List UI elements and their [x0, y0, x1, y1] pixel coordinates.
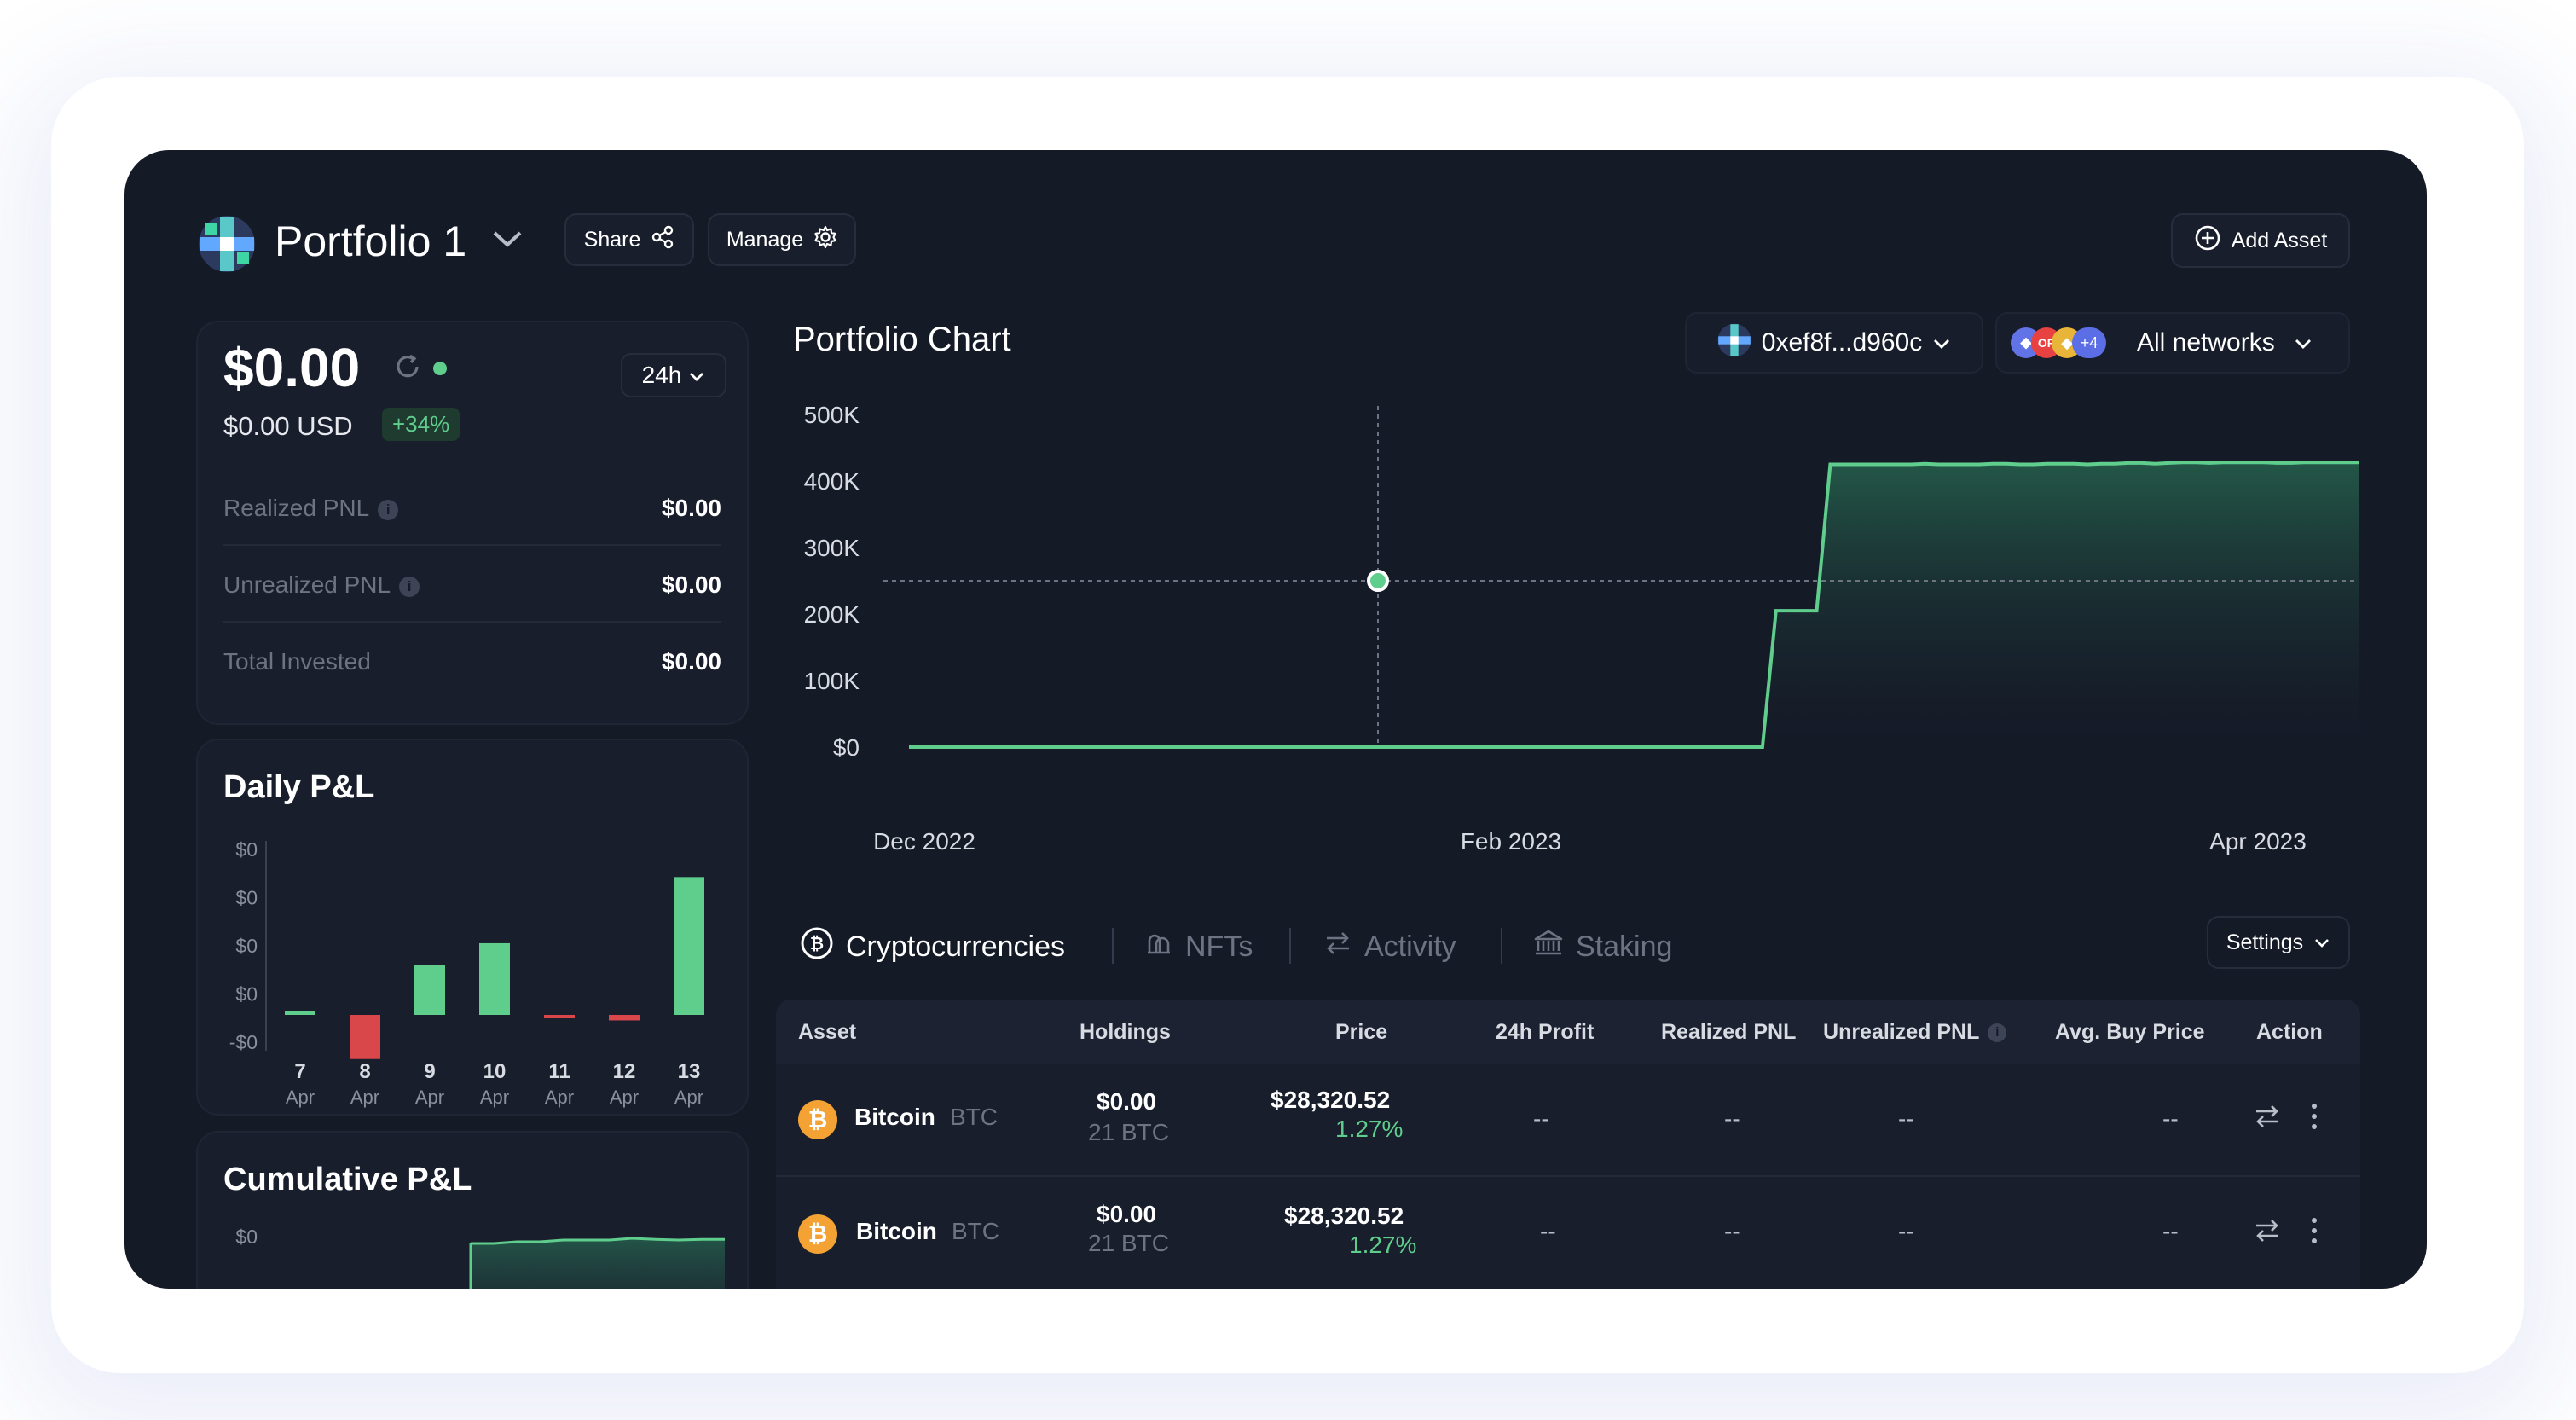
tab-activity[interactable]: Activity [1323, 921, 1456, 972]
x-tick-sublabel: Apr [480, 1087, 509, 1108]
column-header: Action [2256, 1020, 2323, 1044]
settings-label: Settings [2226, 930, 2304, 954]
y-tick-label: 500K [804, 402, 860, 428]
y-tick-label: $0 [833, 734, 860, 761]
tab-nfts[interactable]: NFTs [1144, 921, 1253, 972]
tab-staking[interactable]: Staking [1533, 921, 1672, 972]
asset-symbol: BTC [952, 1218, 999, 1244]
tab-divider [1501, 928, 1502, 964]
tab-cryptocurrencies[interactable]: ₿ Cryptocurrencies [800, 921, 1065, 972]
y-tick-label: $0 [235, 983, 258, 1006]
tab-label: NFTs [1185, 930, 1253, 963]
table-row[interactable] [776, 1064, 2360, 1177]
bar [544, 1015, 575, 1018]
hover-point [1367, 570, 1389, 592]
table-row[interactable] [776, 1179, 2360, 1289]
x-tick-label: 10 [483, 1060, 507, 1083]
asset-name: Bitcoin [854, 1104, 935, 1130]
x-tick-label: 13 [678, 1060, 701, 1083]
bitcoin-icon: ₿ [798, 1100, 837, 1139]
x-tick-sublabel: Apr [350, 1087, 379, 1108]
x-tick-sublabel: Apr [286, 1087, 315, 1108]
bar [350, 1015, 380, 1059]
x-tick-label: Dec 2022 [873, 828, 975, 855]
y-tick-label: $0 [235, 1226, 258, 1248]
bitcoin-circle-icon: ₿ [800, 926, 834, 968]
cumulative-pnl-chart: $0 [235, 1226, 725, 1289]
unrealized-pnl: -- [1898, 1218, 1914, 1244]
x-tick-label: Feb 2023 [1461, 828, 1561, 855]
avg-buy-price: -- [2162, 1218, 2179, 1244]
holdings-amount: 21 BTC [1088, 1119, 1169, 1145]
holdings-amount: 21 BTC [1088, 1230, 1169, 1256]
nft-icon [1144, 929, 1173, 965]
y-tick-label: $0 [235, 887, 258, 909]
column-header: Unrealized PNL i [1823, 1020, 2007, 1045]
avg-buy-price: -- [2162, 1105, 2179, 1132]
holdings-value: $0.00 [1097, 1201, 1157, 1227]
y-tick-label: 200K [804, 601, 860, 628]
tab-label: Cryptocurrencies [846, 930, 1065, 963]
y-tick-label: -$0 [229, 1031, 258, 1053]
y-tick-label: $0 [235, 935, 258, 957]
bar [285, 1011, 315, 1015]
x-tick-label: Apr 2023 [2209, 828, 2307, 855]
y-tick-label: 400K [804, 468, 860, 495]
more-options-icon[interactable] [2309, 1102, 2319, 1135]
x-tick-sublabel: Apr [610, 1087, 639, 1108]
y-tick-label: 100K [804, 668, 860, 694]
tab-label: Activity [1364, 930, 1456, 963]
asset-name: Bitcoin [856, 1218, 937, 1244]
column-header: Holdings [1080, 1020, 1171, 1044]
asset-symbol: BTC [950, 1104, 998, 1130]
x-tick-label: 8 [359, 1060, 370, 1083]
x-tick-label: 12 [613, 1060, 636, 1083]
x-tick-label: 7 [294, 1060, 305, 1083]
profit-24h: -- [1533, 1105, 1549, 1132]
price-change: 1.27% [1335, 1116, 1404, 1142]
swap-icon[interactable] [2253, 1102, 2282, 1135]
price-change: 1.27% [1349, 1232, 1417, 1258]
x-tick-label: 11 [548, 1060, 570, 1083]
info-icon[interactable]: i [1988, 1023, 2007, 1043]
realized-pnl: -- [1724, 1218, 1740, 1244]
portfolio-area [909, 462, 2359, 747]
bar [414, 965, 445, 1015]
bar [674, 877, 704, 1015]
tab-divider [1289, 928, 1291, 964]
more-options-icon[interactable] [2309, 1216, 2319, 1249]
x-tick-sublabel: Apr [674, 1087, 703, 1108]
x-tick-sublabel: Apr [545, 1087, 574, 1108]
realized-pnl: -- [1724, 1105, 1740, 1132]
arrows-swap-icon [1323, 929, 1352, 965]
profit-24h: -- [1540, 1218, 1556, 1244]
price: $28,320.52 [1271, 1087, 1391, 1113]
bar [609, 1015, 640, 1021]
cumulative-pnl-panel: Cumulative P&L $0 [196, 1131, 749, 1289]
chevron-down-icon [2313, 930, 2330, 955]
app-window: Portfolio 1 Share Manage Add Asset $0.00… [124, 150, 2427, 1289]
x-tick-sublabel: Apr [415, 1087, 444, 1108]
cumulative-area [471, 1238, 725, 1289]
settings-dropdown[interactable]: Settings [2207, 916, 2350, 969]
column-header: Price [1335, 1020, 1388, 1044]
y-tick-label: 300K [804, 535, 860, 561]
column-header: Avg. Buy Price [2055, 1020, 2205, 1044]
tab-divider [1112, 928, 1114, 964]
bank-icon [1533, 929, 1564, 965]
bitcoin-icon: ₿ [798, 1214, 837, 1254]
svg-text:₿: ₿ [810, 933, 824, 953]
portfolio-line-chart[interactable]: 500K 400K 300K 200K 100K $0 Dec 2022 Feb 2023 Ap… [124, 150, 2427, 884]
swap-icon[interactable] [2253, 1216, 2282, 1249]
column-header: Asset [798, 1020, 857, 1044]
price: $28,320.52 [1284, 1203, 1404, 1229]
holdings-value: $0.00 [1097, 1088, 1157, 1115]
column-header: 24h Profit [1496, 1020, 1595, 1044]
x-tick-label: 9 [424, 1060, 435, 1083]
column-header: Realized PNL [1661, 1020, 1797, 1044]
bar [479, 942, 510, 1015]
unrealized-pnl: -- [1898, 1105, 1914, 1132]
tab-label: Staking [1576, 930, 1673, 963]
